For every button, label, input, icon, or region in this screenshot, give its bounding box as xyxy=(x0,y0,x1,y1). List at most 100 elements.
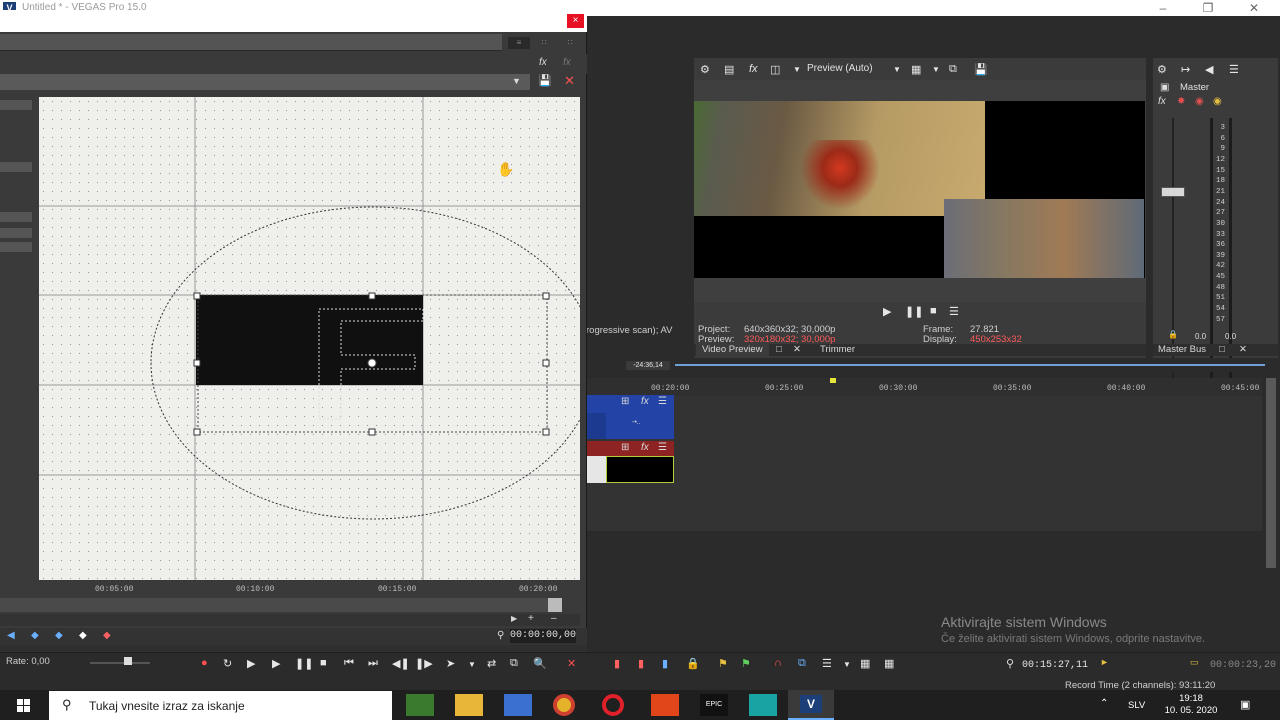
menu-icon[interactable]: ☰ xyxy=(658,396,667,407)
view-grid-icon[interactable]: ∷ xyxy=(533,37,555,49)
fx-icon[interactable]: fx xyxy=(641,396,649,407)
dialog-titlebar[interactable]: × xyxy=(0,10,587,32)
minecraft-icon[interactable] xyxy=(406,694,434,716)
minimize-button[interactable]: – xyxy=(1143,0,1183,16)
split-screen-icon[interactable]: ◫ xyxy=(770,63,780,76)
envelope-tool-icon[interactable]: ⇄ xyxy=(487,657,496,670)
prev-frame-icon[interactable]: ◀❚ xyxy=(392,657,410,670)
pin-icon[interactable]: ⚲ xyxy=(1006,657,1014,670)
delete-keyframe-icon[interactable]: ◆ xyxy=(103,630,117,642)
first-keyframe-icon[interactable]: ◀ xyxy=(7,630,21,642)
sidebar-tab[interactable] xyxy=(0,100,32,110)
video-clip[interactable] xyxy=(606,456,674,483)
scroll-right-icon[interactable]: ▶ xyxy=(511,614,517,623)
selection-length[interactable]: 00:00:23,20 xyxy=(1210,660,1276,671)
tab-trimmer[interactable]: Trimmer xyxy=(814,344,861,356)
group-icon[interactable]: ▦ xyxy=(860,657,870,670)
edit-tool-icon[interactable]: ➤ xyxy=(446,657,455,670)
crossfade-icon[interactable]: ☰ xyxy=(822,657,832,670)
tab-video-preview[interactable]: Video Preview xyxy=(696,344,769,356)
zoom-tool-icon[interactable]: 🔍 xyxy=(533,657,547,670)
volume-fader[interactable] xyxy=(1161,187,1185,197)
preset-dropdown[interactable] xyxy=(0,34,502,51)
fx-icon[interactable]: fx xyxy=(749,63,758,75)
chevron-down-icon[interactable]: ▼ xyxy=(512,76,521,86)
go-to-end-icon[interactable]: ⏭ xyxy=(368,657,378,670)
region-icon[interactable]: ⚑ xyxy=(741,657,751,670)
taskbar-clock[interactable]: 19:18 10. 05. 2020 xyxy=(1160,693,1222,717)
cursor-flag[interactable] xyxy=(830,378,836,383)
language-indicator[interactable]: SLV xyxy=(1128,700,1145,711)
grid-overlay-icon[interactable]: ▦ xyxy=(911,63,921,76)
undock-icon[interactable]: □ xyxy=(1219,344,1225,355)
office-icon[interactable] xyxy=(651,694,679,716)
pan-crop-canvas[interactable]: ✋ xyxy=(39,97,580,580)
chevron-up-icon[interactable]: ⌃ xyxy=(1100,698,1108,709)
chevron-down-icon[interactable]: ▼ xyxy=(932,65,940,74)
audio-track[interactable]: ⊞ fx ☰ -•.. xyxy=(587,395,674,439)
fx-icon[interactable]: fx xyxy=(539,57,547,68)
stop-icon[interactable]: ■ xyxy=(320,657,327,669)
ignore-grouping-icon[interactable]: ▦ xyxy=(884,657,894,670)
timeline-tracks[interactable] xyxy=(587,396,1262,531)
start-button[interactable] xyxy=(0,690,48,720)
sidebar-tab[interactable] xyxy=(0,162,32,172)
play-from-start-icon[interactable]: ▶ xyxy=(247,657,255,670)
chevron-down-icon[interactable]: ▼ xyxy=(893,65,901,74)
preview-quality-select[interactable]: Preview (Auto) xyxy=(807,63,873,74)
sidebar-tab[interactable] xyxy=(0,228,32,238)
go-to-start-icon[interactable]: ⏮ xyxy=(344,657,354,670)
play-icon[interactable]: ▶ xyxy=(272,657,280,670)
marker-icon[interactable]: ⚑ xyxy=(718,657,728,670)
store-icon[interactable] xyxy=(504,694,532,716)
close-button[interactable]: ✕ xyxy=(1234,0,1274,16)
bandicam-icon[interactable] xyxy=(749,694,777,716)
view-thumbs-icon[interactable]: ∷ xyxy=(559,37,581,49)
pin-icon[interactable]: ⚲ xyxy=(497,630,504,641)
pause-icon[interactable]: ❚❚ xyxy=(905,305,923,318)
maximize-button[interactable]: ❐ xyxy=(1188,0,1228,16)
trim-icon[interactable]: ▮ xyxy=(638,657,644,670)
zoom-in-icon[interactable]: + xyxy=(528,613,534,624)
timeline-range-bar[interactable] xyxy=(675,364,1265,366)
stop-icon[interactable]: ■ xyxy=(930,305,937,317)
menu-icon[interactable]: ☰ xyxy=(949,305,959,318)
effect-icon[interactable]: ✸ xyxy=(1177,96,1185,107)
cursor-time[interactable]: 00:15:27,11 xyxy=(1022,660,1088,671)
solo-icon[interactable]: ◉ xyxy=(1213,96,1222,107)
dialog-timeline-ruler[interactable] xyxy=(0,582,560,596)
sidebar-tab[interactable] xyxy=(0,242,32,252)
fx-icon[interactable]: fx xyxy=(1158,96,1166,107)
chevron-down-icon[interactable]: ▼ xyxy=(843,660,851,669)
fx-icon[interactable]: fx xyxy=(641,442,649,453)
record-icon[interactable]: ● xyxy=(201,657,208,669)
chrome-icon[interactable] xyxy=(553,694,575,716)
file-explorer-icon[interactable] xyxy=(455,694,483,716)
track-motion-icon[interactable]: ⊞ xyxy=(621,442,629,453)
mute-icon[interactable]: ◉ xyxy=(1195,96,1204,107)
video-clip-thumbnail[interactable] xyxy=(587,456,606,483)
properties-icon[interactable]: ▤ xyxy=(724,63,734,76)
mixer-icon[interactable]: ☰ xyxy=(1229,63,1239,76)
zoom-out-icon[interactable]: – xyxy=(551,613,557,624)
speaker-icon[interactable]: ◀ xyxy=(1205,63,1213,76)
chevron-down-icon[interactable]: ▼ xyxy=(793,65,801,74)
gear-icon[interactable]: ⚙ xyxy=(700,63,710,76)
menu-icon[interactable]: ☰ xyxy=(658,442,667,453)
notifications-icon[interactable]: ▣ xyxy=(1240,698,1250,711)
lock-icon[interactable]: 🔒 xyxy=(1168,330,1178,339)
opera-icon[interactable] xyxy=(602,694,624,716)
snapping-icon[interactable]: ∩ xyxy=(774,657,782,669)
close-icon[interactable]: ✕ xyxy=(793,344,801,355)
add-keyframe-icon[interactable]: ◆ xyxy=(79,630,93,642)
keyframe-preset-bar[interactable]: ▼ xyxy=(0,74,530,90)
taskbar-item-vegas[interactable]: V xyxy=(788,690,834,720)
auto-ripple-icon[interactable]: ⧉ xyxy=(798,657,806,670)
checkbox-icon[interactable]: ▣ xyxy=(1160,82,1169,93)
close-icon[interactable]: ✕ xyxy=(1239,344,1247,355)
scroll-thumb[interactable] xyxy=(548,598,562,612)
prev-keyframe-icon[interactable]: ◆ xyxy=(31,630,45,642)
loop-icon[interactable]: ↻ xyxy=(223,657,232,670)
dialog-time-display[interactable]: 00:00:00,00 xyxy=(510,629,576,643)
timeline-scrollbar[interactable] xyxy=(1262,378,1280,643)
